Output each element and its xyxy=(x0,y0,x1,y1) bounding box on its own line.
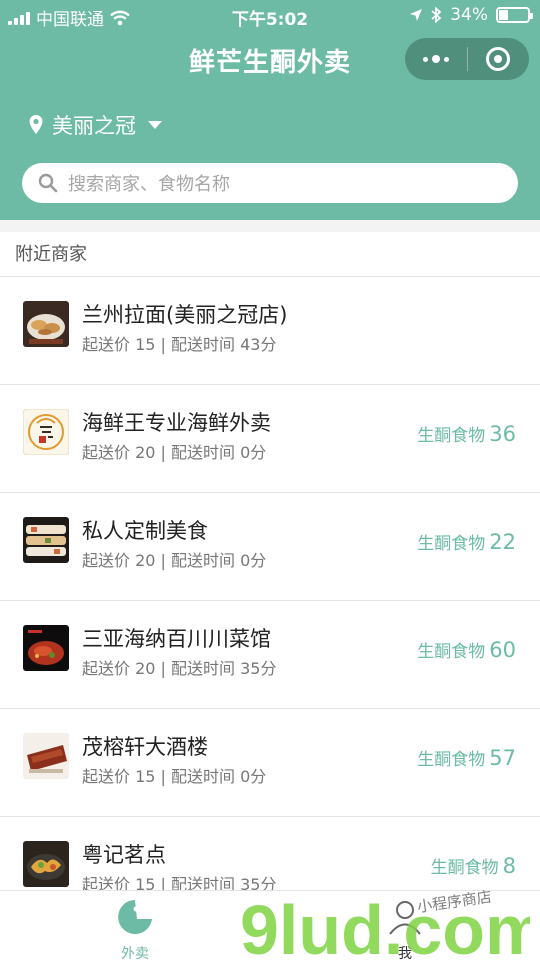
mini-program-capsule xyxy=(405,38,529,80)
battery-icon xyxy=(496,7,533,23)
tab-me[interactable]: 我 xyxy=(345,891,465,960)
store-list: 附近商家 兰州拉面(美丽之冠店) 起送价 15 | 配送时间 43分 海鲜王专业… xyxy=(0,232,540,890)
keto-food-badge: 生酮食物 36 xyxy=(417,421,516,446)
store-name: 私人定制美食 xyxy=(82,519,208,543)
search-input[interactable]: 搜索商家、食物名称 xyxy=(22,163,518,203)
store-item[interactable]: 海鲜王专业海鲜外卖 起送价 20 | 配送时间 0分 生酮食物 36 xyxy=(0,385,540,493)
badge-count: 8 xyxy=(502,854,516,878)
badge-count: 22 xyxy=(489,530,516,554)
store-thumbnail xyxy=(23,409,69,455)
badge-label: 生酮食物 xyxy=(417,534,486,554)
keto-food-badge: 生酮食物 57 xyxy=(417,745,516,770)
map-pin-icon xyxy=(29,115,43,134)
battery-percent: 34% xyxy=(450,5,488,25)
tab-label: 我 xyxy=(398,946,412,960)
store-item[interactable]: 三亚海纳百川川菜馆 起送价 20 | 配送时间 35分 生酮食物 60 xyxy=(0,601,540,709)
store-name: 茂榕轩大酒楼 xyxy=(82,735,208,759)
badge-label: 生酮食物 xyxy=(417,750,486,770)
chevron-down-icon xyxy=(148,121,162,129)
store-meta: 起送价 15 | 配送时间 0分 xyxy=(82,767,267,786)
store-name: 海鲜王专业海鲜外卖 xyxy=(82,411,271,435)
status-bar: 中国联通 下午5:02 34% xyxy=(0,0,540,30)
keto-food-badge: 生酮食物 8 xyxy=(431,853,516,878)
more-dots-icon xyxy=(422,55,449,63)
user-icon xyxy=(389,901,421,935)
store-name: 三亚海纳百川川菜馆 xyxy=(82,627,271,651)
bluetooth-icon xyxy=(431,7,442,23)
store-thumbnail xyxy=(23,841,69,887)
store-item[interactable]: 粤记茗点 起送价 15 | 配送时间 35分 生酮食物 8 xyxy=(0,817,540,890)
badge-count: 57 xyxy=(489,746,516,770)
store-item[interactable]: 兰州拉面(美丽之冠店) 起送价 15 | 配送时间 43分 xyxy=(0,277,540,385)
search-icon xyxy=(38,173,58,193)
status-right: 34% xyxy=(409,5,533,25)
store-meta: 起送价 15 | 配送时间 43分 xyxy=(82,335,277,354)
store-meta: 起送价 20 | 配送时间 0分 xyxy=(82,443,267,462)
section-title: 附近商家 xyxy=(0,232,540,277)
store-item[interactable]: 茂榕轩大酒楼 起送价 15 | 配送时间 0分 生酮食物 57 xyxy=(0,709,540,817)
location-selector[interactable]: 美丽之冠 xyxy=(28,110,162,140)
more-button[interactable] xyxy=(405,38,467,80)
location-name: 美丽之冠 xyxy=(52,114,136,138)
store-thumbnail xyxy=(23,517,69,563)
store-thumbnail xyxy=(23,625,69,671)
search-placeholder: 搜索商家、食物名称 xyxy=(68,174,230,195)
header: 鲜芒生酮外卖 美丽之冠 搜索商家、食物名称 xyxy=(0,30,540,220)
tab-label: 外卖 xyxy=(121,946,149,960)
badge-label: 生酮食物 xyxy=(417,642,486,662)
store-name: 兰州拉面(美丽之冠店) xyxy=(82,303,288,327)
close-target-icon xyxy=(486,47,511,71)
store-meta: 起送价 15 | 配送时间 35分 xyxy=(82,875,277,890)
keto-food-badge: 生酮食物 60 xyxy=(417,637,516,662)
store-meta: 起送价 20 | 配送时间 0分 xyxy=(82,551,267,570)
keto-food-badge: 生酮食物 22 xyxy=(417,529,516,554)
store-name: 粤记茗点 xyxy=(82,843,166,867)
store-item[interactable]: 私人定制美食 起送价 20 | 配送时间 0分 生酮食物 22 xyxy=(0,493,540,601)
close-button[interactable] xyxy=(468,38,530,80)
tab-bar: 外卖 我 xyxy=(0,890,540,960)
badge-label: 生酮食物 xyxy=(430,858,499,878)
takeout-icon xyxy=(118,900,152,934)
tab-takeout[interactable]: 外卖 xyxy=(75,891,195,960)
store-thumbnail xyxy=(23,733,69,779)
badge-count: 36 xyxy=(489,422,516,446)
store-thumbnail xyxy=(23,301,69,347)
badge-label: 生酮食物 xyxy=(417,426,486,446)
badge-count: 60 xyxy=(489,638,516,662)
store-meta: 起送价 20 | 配送时间 35分 xyxy=(82,659,277,678)
location-arrow-icon xyxy=(410,9,423,21)
